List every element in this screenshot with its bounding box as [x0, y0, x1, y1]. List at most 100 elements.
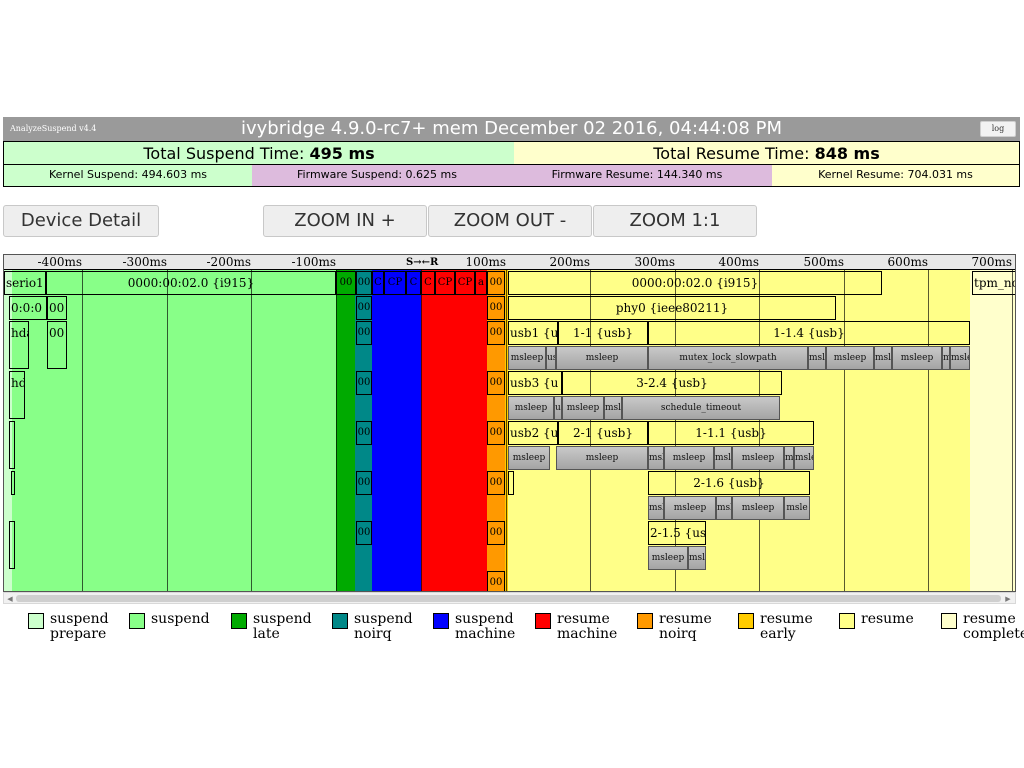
zoom-reset-button[interactable]: ZOOM 1:1 — [593, 205, 757, 237]
scroll-thumb[interactable] — [16, 595, 1001, 602]
device-block[interactable]: a — [475, 271, 487, 295]
grid-line — [506, 255, 507, 591]
device-block[interactable]: 00 — [487, 571, 505, 591]
device-block[interactable]: 00 — [487, 471, 505, 495]
callgraph-entry[interactable]: msleep — [892, 346, 942, 370]
device-block[interactable]: usb3 {u — [508, 371, 562, 395]
device-block[interactable]: 0000:00:02.0 {i915} — [46, 271, 336, 295]
scroll-right-icon[interactable]: ▶ — [1003, 594, 1013, 604]
device-block[interactable]: tpm_not — [972, 271, 1015, 295]
zoom-out-button[interactable]: ZOOM OUT - — [428, 205, 592, 237]
callgraph-entry[interactable]: msl — [648, 446, 664, 470]
device-block[interactable]: 00 — [47, 296, 67, 320]
callgraph-entry[interactable]: msle — [950, 346, 970, 370]
total-resume-value: 848 ms — [814, 144, 880, 163]
callgraph-entry[interactable]: msl — [716, 496, 732, 520]
grid-line — [928, 255, 929, 591]
device-block[interactable] — [9, 521, 15, 569]
callgraph-entry[interactable]: msleep — [732, 496, 784, 520]
device-block[interactable]: 00 — [356, 271, 372, 295]
timeline-scrollbar[interactable]: ◀ ▶ — [3, 592, 1016, 604]
legend-label: resume complete — [963, 611, 1024, 642]
callgraph-entry[interactable]: us — [546, 346, 556, 370]
device-block[interactable]: C — [372, 271, 384, 295]
device-block[interactable]: 00 — [487, 321, 505, 345]
grid-line — [844, 255, 845, 591]
device-block[interactable]: usb1 {u — [508, 321, 558, 345]
device-block[interactable]: CP — [435, 271, 455, 295]
device-block[interactable]: 00 — [336, 271, 356, 295]
device-block[interactable]: phy0 {ieee80211} — [508, 296, 836, 320]
callgraph-entry[interactable]: msleep — [664, 496, 716, 520]
callgraph-entry[interactable]: schedule_timeout — [622, 396, 780, 420]
device-block[interactable]: 00 — [356, 321, 372, 345]
tick-label: -300ms — [122, 255, 168, 269]
device-block[interactable]: hda — [9, 321, 29, 369]
scroll-left-icon[interactable]: ◀ — [5, 594, 15, 604]
device-block[interactable]: 1-1.4 {usb} — [648, 321, 970, 345]
legend-swatch — [738, 613, 754, 629]
device-block[interactable]: 00 — [356, 371, 372, 395]
callgraph-entry[interactable]: msle — [604, 396, 622, 420]
callgraph-entry[interactable]: msl — [874, 346, 892, 370]
legend-item: resume noirq — [637, 612, 737, 648]
device-block[interactable] — [11, 471, 15, 495]
device-block[interactable] — [9, 421, 15, 469]
callgraph-entry[interactable]: msl — [688, 546, 706, 570]
callgraph-entry[interactable]: msl — [808, 346, 826, 370]
device-block[interactable]: CP — [455, 271, 475, 295]
callgraph-entry[interactable]: msleep — [826, 346, 874, 370]
callgraph-entry[interactable]: msl — [714, 446, 732, 470]
device-block[interactable]: 00 — [356, 471, 372, 495]
device-detail-button[interactable]: Device Detail — [3, 205, 159, 237]
device-block[interactable]: 00 — [356, 421, 372, 445]
callgraph-entry[interactable]: msleep — [508, 346, 546, 370]
device-block[interactable]: CP — [384, 271, 406, 295]
device-block[interactable]: 1-1 {usb} — [558, 321, 648, 345]
callgraph-entry[interactable]: msleep — [556, 346, 648, 370]
device-block[interactable]: 2-1 {usb} — [558, 421, 648, 445]
tick-label: -400ms — [37, 255, 83, 269]
callgraph-entry[interactable]: msleep — [562, 396, 604, 420]
device-block[interactable]: serio1 — [4, 271, 46, 295]
callgraph-entry[interactable]: msle — [794, 446, 814, 470]
device-block[interactable]: 00 — [487, 421, 505, 445]
device-block[interactable]: hd — [9, 371, 25, 419]
device-block[interactable]: 00 — [487, 521, 505, 545]
timeline[interactable]: -400ms -300ms -200ms -100ms 100ms 200ms … — [3, 254, 1016, 592]
legend-swatch — [129, 613, 145, 629]
device-block[interactable]: 00 — [487, 271, 505, 295]
device-block[interactable]: 00 — [487, 296, 505, 320]
callgraph-entry[interactable]: ms — [784, 446, 794, 470]
callgraph-entry[interactable]: msleep — [556, 446, 648, 470]
callgraph-entry[interactable]: msleep — [732, 446, 784, 470]
callgraph-entry[interactable]: msleep — [648, 546, 688, 570]
callgraph-entry[interactable]: msle — [784, 496, 810, 520]
callgraph-entry[interactable]: msleep — [664, 446, 714, 470]
device-block[interactable]: 00 — [47, 321, 67, 369]
device-block[interactable]: C — [406, 271, 421, 295]
device-block[interactable]: 1-1.1 {usb} — [648, 421, 814, 445]
device-block[interactable]: 00 — [356, 296, 372, 320]
callgraph-entry[interactable]: us — [554, 396, 562, 420]
device-block[interactable]: 3-2.4 {usb} — [562, 371, 782, 395]
device-block[interactable]: 00 — [487, 371, 505, 395]
device-block[interactable]: 2-1.5 {usb} — [648, 521, 706, 545]
device-block[interactable]: 0000:00:02.0 {i915} — [508, 271, 882, 295]
callgraph-entry[interactable]: msleep — [508, 446, 550, 470]
device-block[interactable]: 0:0:0 — [9, 296, 47, 320]
device-block[interactable]: 00 — [356, 521, 372, 545]
callgraph-entry[interactable]: ms — [942, 346, 950, 370]
device-block[interactable]: usb2 {u — [508, 421, 558, 445]
legend-label: resume early — [760, 611, 813, 642]
callgraph-entry[interactable]: msleep — [508, 396, 554, 420]
device-block[interactable] — [508, 471, 514, 495]
zoom-in-button[interactable]: ZOOM IN + — [263, 205, 427, 237]
callgraph-entry[interactable]: mutex_lock_slowpath — [648, 346, 808, 370]
callgraph-entry[interactable]: msl — [648, 496, 664, 520]
log-button[interactable]: log — [980, 121, 1016, 137]
legend-swatch — [637, 613, 653, 629]
total-suspend-value: 495 ms — [309, 144, 375, 163]
device-block[interactable]: 2-1.6 {usb} — [648, 471, 810, 495]
device-block[interactable]: C — [421, 271, 435, 295]
